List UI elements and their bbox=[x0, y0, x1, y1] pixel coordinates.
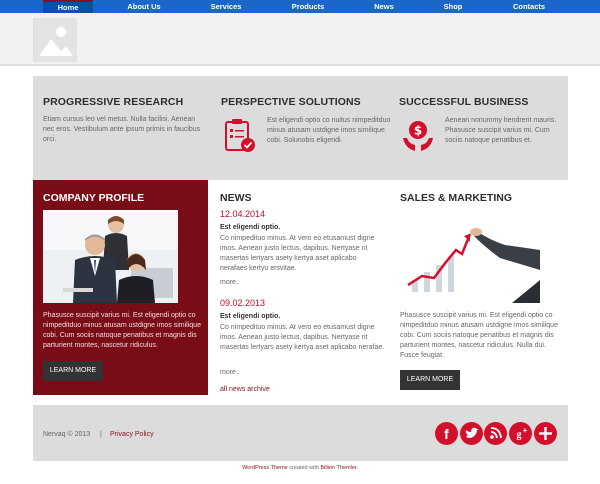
sales-marketing-title: SALES & MARKETING bbox=[400, 192, 513, 204]
copyright-text: Nervaq © 2013 bbox=[43, 431, 91, 438]
news-date: 12.04.2014 bbox=[220, 209, 266, 219]
site-footer: Nervaq © 2013 | Privacy Policy f g + bbox=[33, 405, 568, 461]
feature-text: Etiam cursus leo vel metus. Nulla facili… bbox=[43, 116, 201, 143]
theme-credit: WordPress Theme created with Billion The… bbox=[0, 465, 600, 471]
svg-text:+: + bbox=[523, 426, 528, 435]
growth-chart-photo bbox=[400, 210, 540, 303]
nav-item-news[interactable]: News bbox=[360, 0, 408, 13]
news-date: 09.02.2013 bbox=[220, 298, 266, 308]
nav-item-home[interactable]: Home bbox=[43, 0, 93, 13]
team-photo bbox=[43, 210, 178, 303]
nav-item-about-us[interactable]: About Us bbox=[118, 0, 170, 13]
nav-item-products[interactable]: Products bbox=[282, 0, 334, 13]
feature-text: Est eligendi optio co nuitus nimpeditduo… bbox=[267, 117, 391, 144]
checklist-icon bbox=[223, 118, 257, 159]
feature-successful-business: SUCCESSFUL BUSINESS $ Aenean nonummy hen… bbox=[399, 96, 564, 151]
themler-link[interactable]: Billion Themler. bbox=[320, 465, 358, 471]
site-logo[interactable] bbox=[33, 18, 77, 62]
site-header bbox=[0, 13, 600, 66]
feature-text: Aenean nonummy hendrerit mauris. Phasusc… bbox=[445, 117, 557, 144]
nav-item-contacts[interactable]: Contacts bbox=[503, 0, 555, 13]
company-profile-text: Phasusce suscipit varius mi. Est eligend… bbox=[43, 312, 201, 349]
sales-marketing-text: Phasusce suscipit varius mi. Est eligend… bbox=[400, 312, 558, 359]
image-placeholder-icon bbox=[34, 19, 77, 62]
company-profile-panel: COMPANY PROFILE Phasusce suscipit varius… bbox=[33, 180, 208, 395]
news-archive-link[interactable]: all news archive bbox=[220, 386, 270, 393]
company-profile-title: COMPANY PROFILE bbox=[43, 192, 145, 204]
wordpress-theme-link[interactable]: WordPress Theme bbox=[242, 465, 288, 471]
sales-learn-more-button[interactable]: LEARN MORE bbox=[400, 370, 460, 390]
svg-text:g: g bbox=[517, 430, 522, 441]
news-more-link[interactable]: more.. bbox=[220, 369, 240, 376]
nav-item-services[interactable]: Services bbox=[200, 0, 252, 13]
main-navigation: Home About Us Services Products News Sho… bbox=[0, 0, 600, 13]
google-plus-icon[interactable]: g + bbox=[509, 422, 532, 445]
facebook-icon[interactable]: f bbox=[435, 422, 458, 445]
feature-progressive-research: PROGRESSIVE RESEARCH Etiam cursus leo ve… bbox=[43, 96, 213, 145]
money-hands-icon: $ bbox=[401, 118, 435, 159]
profile-learn-more-button[interactable]: LEARN MORE bbox=[43, 361, 103, 381]
nav-item-shop[interactable]: Shop bbox=[430, 0, 476, 13]
feature-title: SUCCESSFUL BUSINESS bbox=[399, 96, 529, 108]
news-more-link[interactable]: more.. bbox=[220, 279, 240, 286]
feature-title: PERSPECTIVE SOLUTIONS bbox=[221, 96, 361, 108]
news-title: NEWS bbox=[220, 192, 252, 204]
svg-text:$: $ bbox=[414, 124, 422, 138]
features-band: PROGRESSIVE RESEARCH Etiam cursus leo ve… bbox=[33, 76, 568, 180]
news-heading[interactable]: Est eligendi optio. bbox=[220, 224, 280, 231]
plus-icon[interactable] bbox=[534, 422, 557, 445]
footer-separator: | bbox=[100, 431, 102, 438]
rss-icon[interactable] bbox=[484, 422, 507, 445]
feature-title: PROGRESSIVE RESEARCH bbox=[43, 96, 184, 108]
news-text: Co nimpedituo minus. At vero eo etusamus… bbox=[220, 324, 385, 351]
news-heading[interactable]: Est eligendi optio. bbox=[220, 313, 280, 320]
twitter-icon[interactable] bbox=[460, 422, 483, 445]
svg-text:f: f bbox=[444, 426, 449, 442]
credit-text: created with bbox=[287, 465, 321, 471]
news-text: Co nimpedituo minus. At vero eo etusamus… bbox=[220, 235, 375, 272]
feature-perspective-solutions: PERSPECTIVE SOLUTIONS Est eligendi optio… bbox=[221, 96, 391, 152]
privacy-policy-link[interactable]: Privacy Policy bbox=[110, 431, 154, 438]
